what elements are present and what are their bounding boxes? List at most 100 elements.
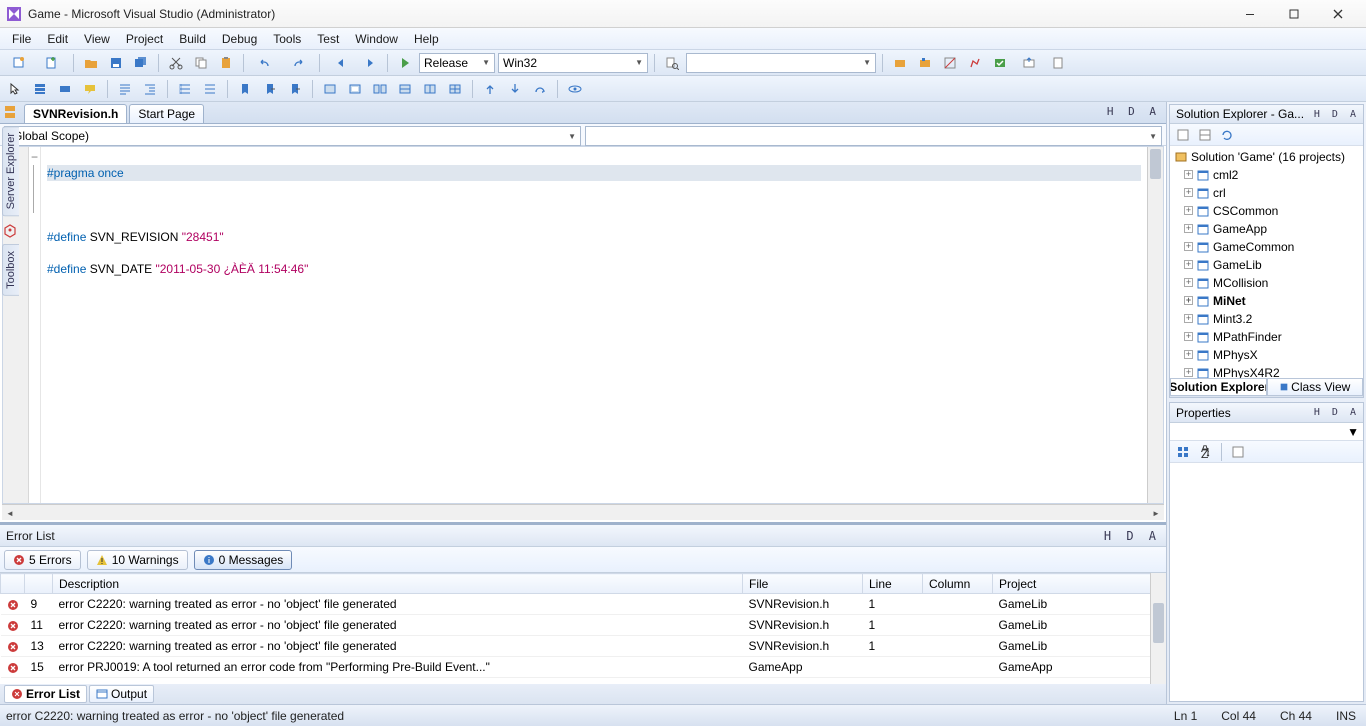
menu-help[interactable]: Help [406, 30, 447, 48]
close-button[interactable] [1316, 3, 1360, 25]
error-row[interactable]: 11error C2220: warning treated as error … [1, 615, 1166, 636]
new-project-button[interactable] [4, 53, 34, 73]
maximize-button[interactable] [1272, 3, 1316, 25]
categorized-button[interactable] [1174, 443, 1192, 461]
menu-build[interactable]: Build [171, 30, 214, 48]
menu-debug[interactable]: Debug [214, 30, 265, 48]
tab-server-explorer[interactable]: Server Explorer [2, 126, 19, 216]
tree-project[interactable]: +CSCommon [1170, 202, 1363, 220]
bottom-tab-output[interactable]: Output [89, 685, 154, 703]
errors-filter[interactable]: 5 Errors [4, 550, 81, 570]
scroll-left-button[interactable]: ◄ [2, 505, 18, 521]
step-into-button[interactable] [504, 79, 526, 99]
uncomment-button[interactable] [199, 79, 221, 99]
navigate-back-button[interactable] [326, 53, 356, 73]
undo-button[interactable] [250, 53, 280, 73]
menu-test[interactable]: Test [309, 30, 347, 48]
property-pages-button[interactable] [1229, 443, 1247, 461]
expander-icon[interactable]: + [1184, 278, 1193, 287]
expander-icon[interactable]: + [1184, 206, 1193, 215]
comment-button[interactable] [174, 79, 196, 99]
expander-icon[interactable]: + [1184, 260, 1193, 269]
paste-button[interactable] [215, 53, 237, 73]
properties-grid[interactable] [1170, 463, 1363, 701]
alphabetical-button[interactable]: AZ [1196, 443, 1214, 461]
scope-right-combo[interactable]: ▼ [585, 126, 1162, 146]
editor-vscroll[interactable] [1147, 147, 1163, 503]
error-list-header[interactable]: Error List H D A [0, 525, 1166, 547]
ext-button-7[interactable] [1047, 53, 1069, 73]
ext-button-5[interactable] [989, 53, 1011, 73]
tree-project[interactable]: +GameLib [1170, 256, 1363, 274]
debug-windows-1-button[interactable] [344, 79, 366, 99]
col-description[interactable]: Description [53, 574, 743, 594]
error-row[interactable]: 13error C2220: warning treated as error … [1, 636, 1166, 657]
cut-button[interactable] [165, 53, 187, 73]
tree-project[interactable]: +cml2 [1170, 166, 1363, 184]
properties-object-combo[interactable]: ▼ [1170, 423, 1363, 441]
col-icon[interactable] [1, 574, 25, 594]
solution-tree[interactable]: Solution 'Game' (16 projects) +cml2+crl+… [1170, 146, 1363, 378]
scroll-thumb[interactable] [1150, 149, 1161, 179]
ext-button-1[interactable] [889, 53, 911, 73]
minimize-button[interactable] [1228, 3, 1272, 25]
solution-explorer-header[interactable]: Solution Explorer - Ga... H D A [1170, 105, 1363, 124]
refresh-button[interactable] [1218, 126, 1236, 144]
bookmark-toggle-button[interactable] [234, 79, 256, 99]
warnings-filter[interactable]: 10 Warnings [87, 550, 188, 570]
col-num[interactable] [25, 574, 53, 594]
save-all-button[interactable] [130, 53, 152, 73]
tree-project[interactable]: +MCollision [1170, 274, 1363, 292]
param-info-button[interactable] [54, 79, 76, 99]
navigate-forward-button[interactable] [359, 53, 381, 73]
bottom-tab-error-list[interactable]: Error List [4, 685, 87, 703]
col-line[interactable]: Line [863, 574, 923, 594]
tab-class-view[interactable]: Class View [1267, 378, 1364, 396]
start-debug-button[interactable] [394, 53, 416, 73]
ext-button-6[interactable] [1014, 53, 1044, 73]
debug-windows-4-button[interactable] [419, 79, 441, 99]
tree-project[interactable]: +crl [1170, 184, 1363, 202]
indent-more-button[interactable] [139, 79, 161, 99]
ext-button-4[interactable] [964, 53, 986, 73]
copy-button[interactable] [190, 53, 212, 73]
step-over-button[interactable] [529, 79, 551, 99]
indent-less-button[interactable] [114, 79, 136, 99]
tree-project[interactable]: +MiNet [1170, 292, 1363, 310]
error-row[interactable]: 15error PRJ0019: A tool returned an erro… [1, 657, 1166, 678]
col-file[interactable]: File [743, 574, 863, 594]
member-list-button[interactable] [29, 79, 51, 99]
tree-solution-root[interactable]: Solution 'Game' (16 projects) [1170, 148, 1363, 166]
save-button[interactable] [105, 53, 127, 73]
menu-window[interactable]: Window [347, 30, 406, 48]
tab-toolbox[interactable]: Toolbox [2, 244, 19, 296]
messages-filter[interactable]: 0 Messages [194, 550, 293, 570]
menu-edit[interactable]: Edit [39, 30, 76, 48]
menu-tools[interactable]: Tools [265, 30, 309, 48]
window-pos-icons[interactable]: H D A [1314, 407, 1359, 418]
tree-project[interactable]: +GameApp [1170, 220, 1363, 238]
add-item-button[interactable] [37, 53, 67, 73]
expander-icon[interactable]: + [1184, 242, 1193, 251]
debug-windows-3-button[interactable] [394, 79, 416, 99]
expander-icon[interactable]: + [1184, 188, 1193, 197]
menu-view[interactable]: View [76, 30, 118, 48]
tree-project[interactable]: +GameCommon [1170, 238, 1363, 256]
config-combo[interactable]: Release▼ [419, 53, 495, 73]
scroll-right-button[interactable]: ► [1148, 505, 1164, 521]
expander-icon[interactable]: + [1184, 350, 1193, 359]
editor-hscroll[interactable]: ◄► [2, 504, 1164, 520]
expander-icon[interactable]: + [1184, 332, 1193, 341]
platform-combo[interactable]: Win32▼ [498, 53, 648, 73]
error-row[interactable]: 9error C2220: warning treated as error -… [1, 594, 1166, 615]
expander-icon[interactable]: + [1184, 314, 1193, 323]
show-all-button[interactable] [1196, 126, 1214, 144]
properties-button[interactable] [1174, 126, 1192, 144]
window-split-button[interactable] [319, 79, 341, 99]
window-pos-icons[interactable]: H D A [1314, 109, 1359, 120]
tree-project[interactable]: +MPhysX [1170, 346, 1363, 364]
window-pos-icons[interactable]: H D A [1104, 529, 1160, 543]
tree-project[interactable]: +MPathFinder [1170, 328, 1363, 346]
expander-icon[interactable]: + [1184, 368, 1193, 377]
menu-project[interactable]: Project [118, 30, 171, 48]
